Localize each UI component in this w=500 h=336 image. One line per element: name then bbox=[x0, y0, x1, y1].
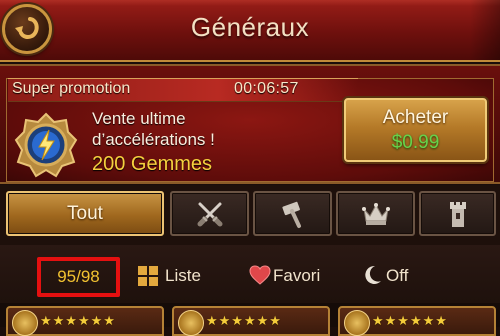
general-emblem-icon bbox=[344, 310, 370, 336]
tab-all[interactable]: Tout bbox=[6, 191, 164, 236]
page-title: Généraux bbox=[190, 12, 310, 42]
favorite-filter-label: Favori bbox=[273, 266, 321, 285]
buy-button[interactable]: Acheter $0.99 bbox=[344, 98, 487, 162]
promotion-timer: 00:06:57 bbox=[234, 80, 299, 97]
general-emblem-icon bbox=[12, 310, 38, 336]
grid-icon bbox=[138, 266, 158, 286]
promotion-description: Vente ultime d’accélérations ! bbox=[92, 108, 215, 150]
general-card[interactable]: ★★★★★★ bbox=[338, 306, 496, 336]
promotion-description-line1: Vente ultime bbox=[92, 109, 186, 128]
tab-defense[interactable] bbox=[419, 191, 496, 236]
tab-siege[interactable] bbox=[253, 191, 332, 236]
heart-icon bbox=[249, 265, 271, 285]
hammer-icon bbox=[281, 201, 301, 228]
off-toggle-button[interactable]: Off bbox=[361, 264, 421, 288]
general-card[interactable]: ★★★★★★ bbox=[6, 306, 164, 336]
favorite-filter-button[interactable]: Favori bbox=[249, 264, 329, 288]
general-count: 95/98 bbox=[57, 267, 100, 286]
tab-infantry[interactable] bbox=[170, 191, 249, 236]
general-count-box: 95/98 bbox=[37, 257, 120, 297]
list-view-label: Liste bbox=[165, 266, 201, 285]
tab-all-label: Tout bbox=[67, 203, 103, 224]
promotion-gems: 200 Gemmes bbox=[92, 153, 213, 175]
tab-leader[interactable] bbox=[336, 191, 415, 236]
promotion-label: Super promotion bbox=[12, 80, 131, 97]
general-emblem-icon bbox=[178, 310, 204, 336]
promotion-description-line2: d’accélérations ! bbox=[92, 130, 215, 149]
tower-icon bbox=[449, 201, 466, 227]
crossed-swords-icon bbox=[197, 202, 222, 226]
moon-icon bbox=[365, 265, 381, 284]
speedup-badge-icon bbox=[14, 112, 78, 178]
buy-button-label: Acheter bbox=[382, 107, 449, 128]
general-card[interactable]: ★★★★★★ bbox=[172, 306, 330, 336]
buy-button-price: $0.99 bbox=[391, 132, 440, 153]
off-toggle-label: Off bbox=[386, 266, 409, 285]
crown-icon bbox=[361, 202, 390, 225]
